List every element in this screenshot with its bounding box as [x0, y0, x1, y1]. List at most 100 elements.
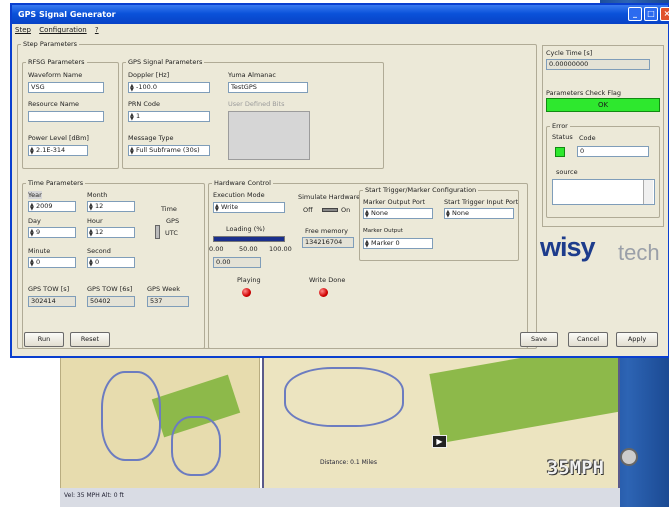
step-parameters-group: Step Parameters RFSG Parameters Waveform… — [17, 40, 537, 349]
loading-value: 0.00 — [213, 257, 261, 268]
map-route — [171, 416, 221, 476]
rfsg-parameters-group: RFSG Parameters Waveform Name VSG Resour… — [22, 58, 119, 169]
start-trigger-port-value: None — [452, 209, 469, 217]
menu-configuration[interactable]: Configuration — [39, 26, 86, 34]
gps-tow-s-label: GPS TOW [s] — [28, 285, 70, 293]
camera-icon: ▶ — [432, 435, 447, 448]
marker-output-select[interactable]: ▲ ▼ Marker 0 — [363, 238, 433, 249]
user-defined-bits-label: User Defined Bits — [228, 100, 285, 108]
simulate-hardware-label: Simulate Hardware — [298, 193, 361, 201]
maximize-icon[interactable]: □ — [644, 7, 658, 21]
minute-value: 0 — [36, 258, 41, 266]
save-button[interactable]: Save — [520, 332, 558, 347]
speed-readout: 35MPH — [546, 457, 604, 479]
spinner-icon[interactable]: ▲ ▼ — [89, 203, 93, 212]
spinner-icon[interactable]: ▲ ▼ — [130, 84, 134, 93]
error-status-indicator — [555, 147, 565, 157]
spinner-icon[interactable]: ▲ ▼ — [215, 204, 219, 213]
rfsg-legend: RFSG Parameters — [28, 58, 85, 66]
spinner-icon[interactable]: ▲ ▼ — [130, 113, 134, 122]
power-level-field[interactable]: ▲ ▼ 2.1E-314 — [28, 145, 88, 156]
start-trigger-port-select[interactable]: ▲ ▼ None — [444, 208, 514, 219]
time-format-switch[interactable] — [155, 225, 160, 239]
resource-name-field[interactable] — [28, 111, 104, 122]
time-parameters-group: Time Parameters Year ▲ ▼ 2009 Month ▲ ▼ 12 D… — [22, 179, 205, 349]
second-label: Second — [87, 247, 111, 255]
spinner-icon[interactable]: ▲ ▼ — [30, 259, 34, 268]
error-source-field — [552, 179, 655, 205]
gps-tow-6s-value: 50402 — [87, 296, 135, 307]
gps-option-label: GPS — [166, 217, 180, 225]
marker-output-port-label: Marker Output Port — [363, 198, 426, 206]
time-format-label: Time — [161, 205, 177, 213]
step-parameters-legend: Step Parameters — [23, 40, 78, 48]
spinner-icon[interactable]: ▲ ▼ — [89, 229, 93, 238]
day-field[interactable]: ▲ ▼ 9 — [28, 227, 76, 238]
user-defined-bits-field[interactable] — [228, 111, 310, 160]
close-icon[interactable]: × — [660, 7, 669, 21]
title-bar: GPS Signal Generator _ □ × — [12, 5, 669, 24]
gps-week-label: GPS Week — [147, 285, 180, 293]
yuma-almanac-label: Yuma Almanac — [228, 71, 276, 79]
year-label: Year — [28, 191, 42, 199]
prn-code-value: 1 — [136, 112, 141, 120]
message-type-select[interactable]: ▲ ▼ Full Subframe (30s) — [128, 145, 210, 156]
write-done-led-indicator — [319, 288, 328, 297]
map-view-right: ▶ 35MPH Distance: 0.1 Miles — [262, 355, 620, 495]
minute-field[interactable]: ▲ ▼ 0 — [28, 257, 76, 268]
free-memory-value: 134216704 — [302, 237, 354, 248]
spinner-icon[interactable]: ▲ ▼ — [130, 147, 134, 156]
day-label: Day — [28, 217, 41, 225]
spinner-icon[interactable]: ▲ ▼ — [365, 210, 369, 219]
prn-code-field[interactable]: ▲ ▼ 1 — [128, 111, 210, 122]
message-type-label: Message Type — [128, 134, 174, 142]
marker-output-port-select[interactable]: ▲ ▼ None — [363, 208, 433, 219]
spinner-icon[interactable]: ▲ ▼ — [30, 203, 34, 212]
spinner-icon[interactable]: ▲ ▼ — [446, 210, 450, 219]
execution-mode-value: Write — [221, 203, 239, 211]
cycle-time-label: Cycle Time [s] — [546, 49, 593, 57]
map-route — [101, 371, 161, 461]
month-field[interactable]: ▲ ▼ 12 — [87, 201, 135, 212]
apply-button[interactable]: Apply — [616, 332, 658, 347]
menu-step[interactable]: Step — [15, 26, 31, 34]
second-value: 0 — [95, 258, 100, 266]
cancel-button[interactable]: Cancel — [568, 332, 608, 347]
loading-scale-mid: 50.00 — [239, 245, 258, 253]
waveform-name-field[interactable]: VSG — [28, 82, 104, 93]
second-field[interactable]: ▲ ▼ 0 — [87, 257, 135, 268]
free-memory-label: Free memory — [305, 227, 349, 235]
doppler-label: Doppler [Hz] — [128, 71, 170, 79]
loading-label: Loading (%) — [226, 225, 265, 233]
yuma-almanac-field[interactable]: TestGPS — [228, 82, 308, 93]
map-route — [284, 367, 404, 427]
spinner-icon[interactable]: ▲ ▼ — [89, 259, 93, 268]
run-button[interactable]: Run — [24, 332, 64, 347]
prn-code-label: PRN Code — [128, 100, 161, 108]
minimize-icon[interactable]: _ — [628, 7, 642, 21]
error-source-scrollbar[interactable] — [643, 180, 653, 204]
recenter-icon[interactable] — [620, 448, 638, 466]
hour-label: Hour — [87, 217, 103, 225]
loading-scale-max: 100.00 — [269, 245, 292, 253]
spinner-icon[interactable]: ▲ ▼ — [30, 147, 34, 156]
gps-week-value: 537 — [147, 296, 189, 307]
reset-button[interactable]: Reset — [70, 332, 110, 347]
hour-value: 12 — [95, 228, 104, 236]
simulate-on-label: On — [341, 206, 351, 214]
loading-progress-fill — [214, 237, 284, 241]
doppler-field[interactable]: ▲ ▼ -100.0 — [128, 82, 210, 93]
execution-mode-select[interactable]: ▲ ▼ Write — [213, 202, 285, 213]
year-field[interactable]: ▲ ▼ 2009 — [28, 201, 76, 212]
resource-name-label: Resource Name — [28, 100, 80, 108]
spinner-icon[interactable]: ▲ ▼ — [365, 240, 369, 249]
marker-output-port-value: None — [371, 209, 388, 217]
menu-help[interactable]: ? — [95, 26, 99, 34]
simulate-hardware-switch[interactable] — [322, 208, 338, 212]
loading-scale-min: 0.00 — [209, 245, 224, 253]
spinner-icon[interactable]: ▲ ▼ — [30, 229, 34, 238]
parameters-check-label: Parameters Check Flag — [546, 89, 621, 97]
hour-field[interactable]: ▲ ▼ 12 — [87, 227, 135, 238]
hardware-control-legend: Hardware Control — [214, 179, 271, 187]
waveform-name-label: Waveform Name — [28, 71, 83, 79]
